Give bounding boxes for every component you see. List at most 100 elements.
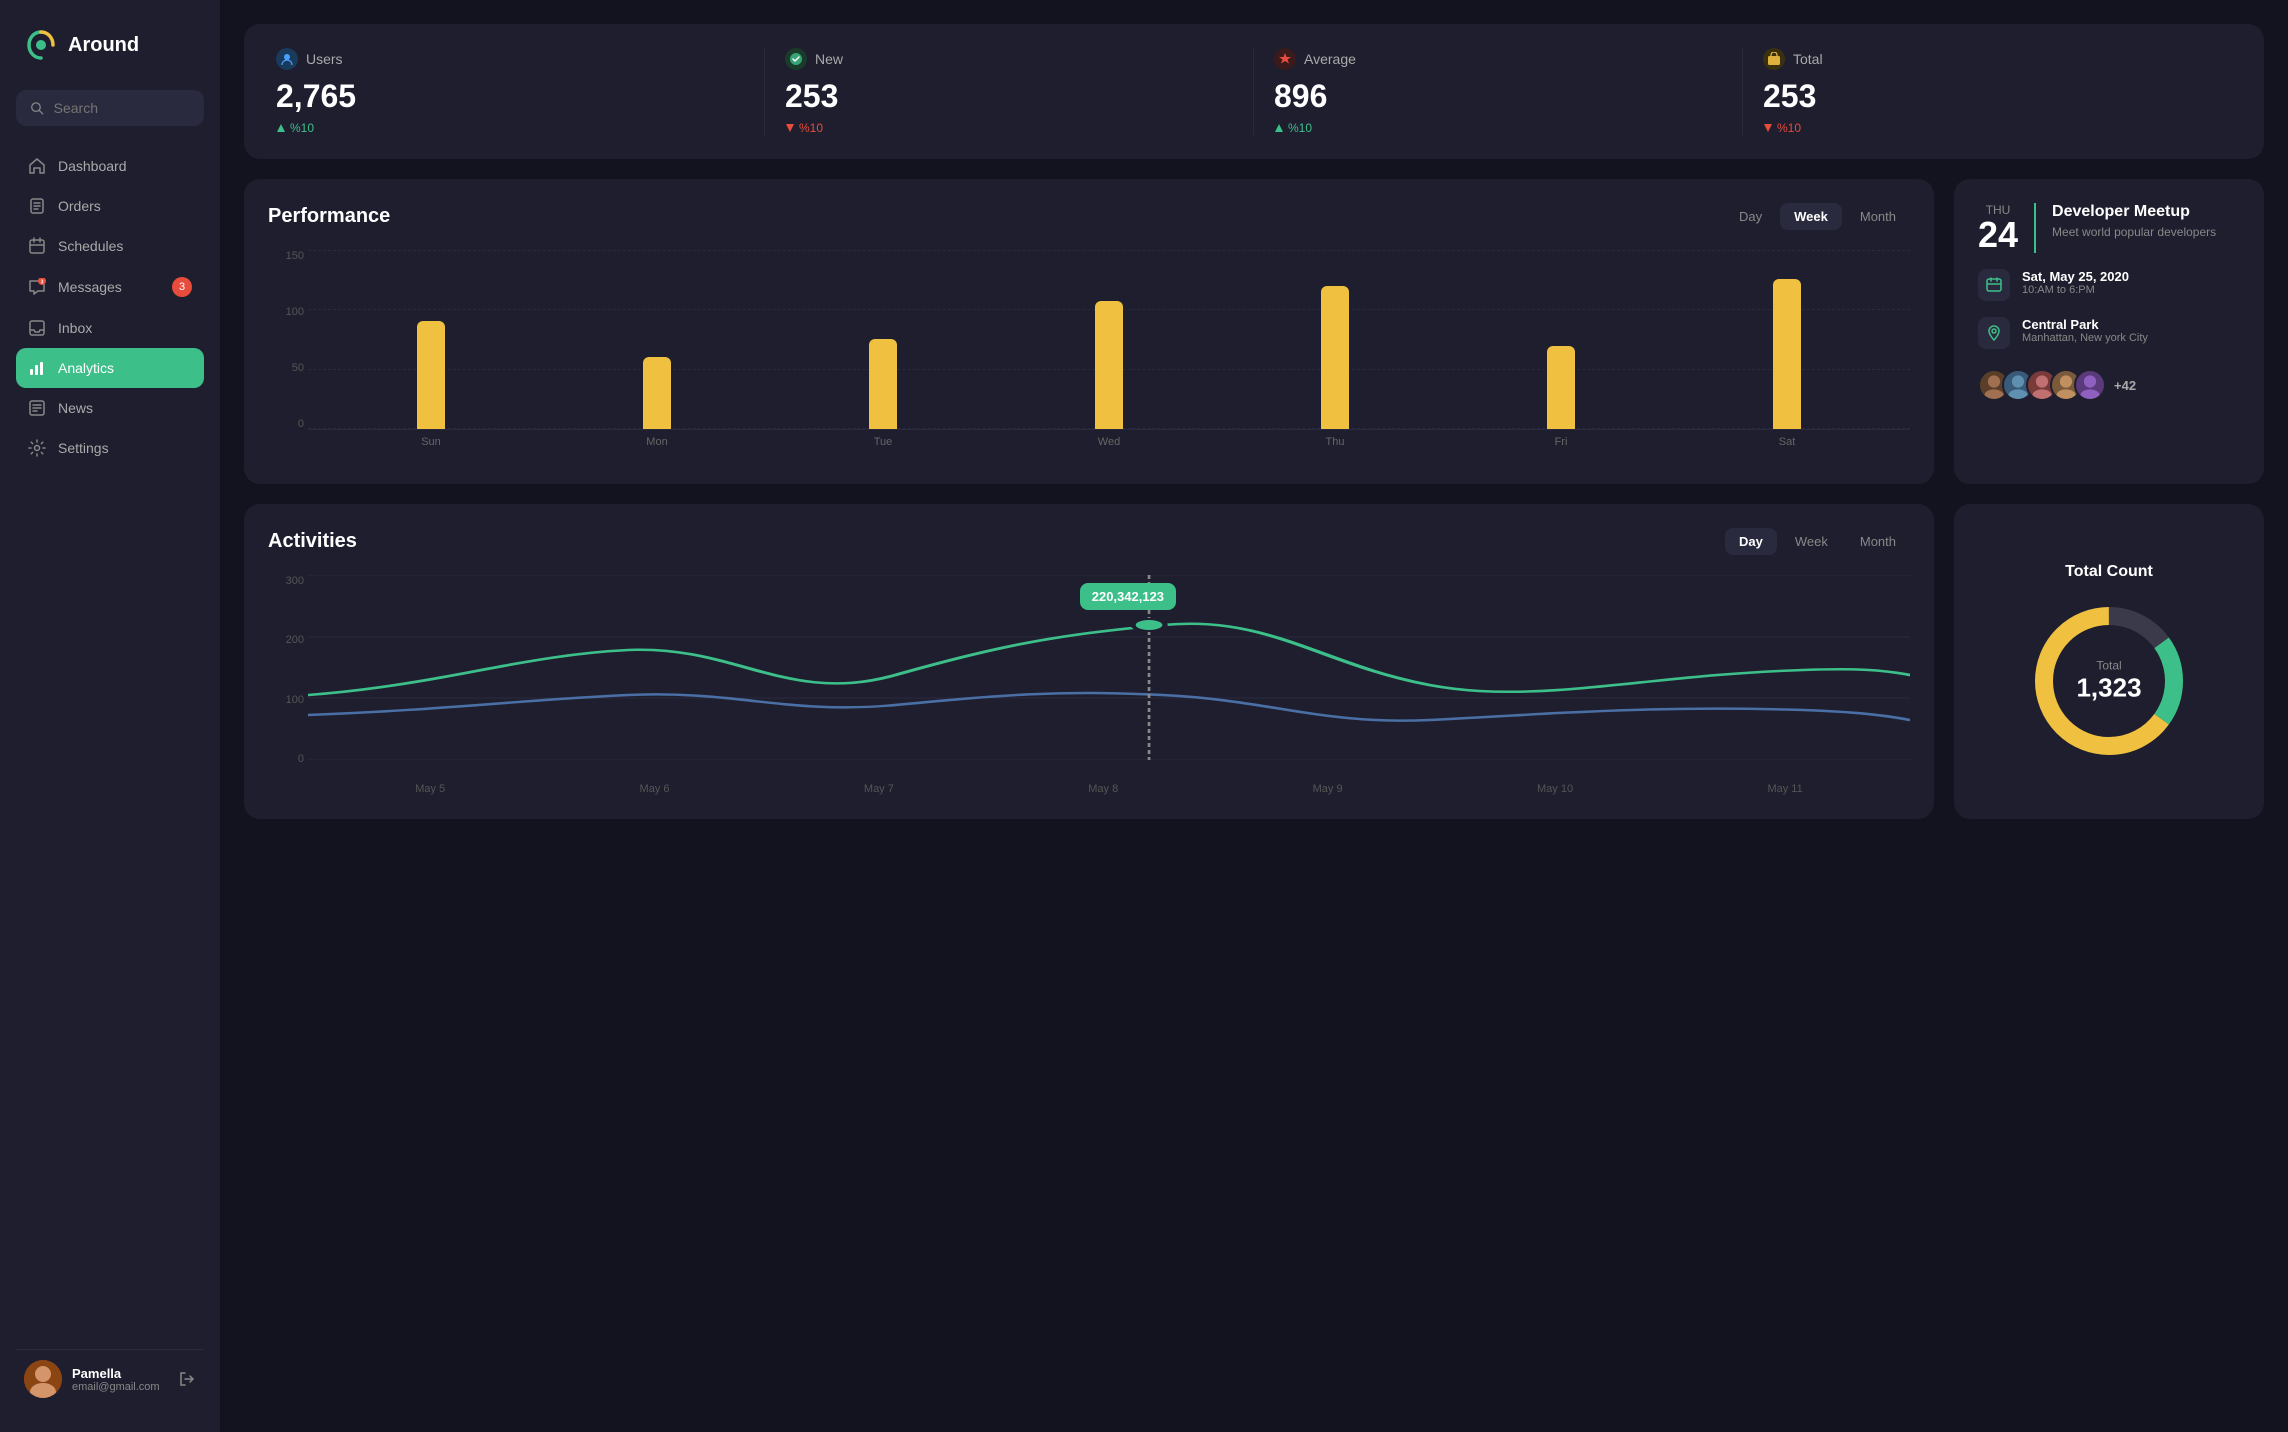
users-stat-value: 2,765 [276,78,356,115]
sidebar-item-orders[interactable]: Orders [16,186,204,226]
sidebar-item-settings[interactable]: Settings [16,428,204,468]
user-name: Pamella [72,1366,168,1381]
schedules-icon [28,237,46,255]
a-y-300: 300 [268,575,304,587]
total-stat-value: 253 [1763,78,1816,115]
main-content: Users 2,765 %10 New 253 [220,0,2288,1432]
average-stat-change-text: %10 [1288,121,1312,135]
stat-average: Average 896 %10 [1254,48,1743,135]
middle-row: Performance Day Week Month 150 100 50 0 [244,179,2264,484]
a-x-may9: May 9 [1313,783,1343,795]
avatar [24,1360,62,1398]
average-stat-value: 896 [1274,78,1327,115]
sidebar-item-news[interactable]: News [16,388,204,428]
new-stat-label: New [815,51,843,67]
bar-sat [1674,279,1900,429]
users-stat-change-text: %10 [290,121,314,135]
search-box[interactable] [16,90,204,126]
event-date-row: THU 24 Developer Meetup Meet world popul… [1978,203,2240,253]
total-stat-label: Total [1793,51,1823,67]
total-stat-change-text: %10 [1777,121,1801,135]
location-icon [1978,317,2010,349]
activities-card: Activities Day Week Month 300 200 100 0 [244,504,1934,819]
svg-text:3: 3 [41,280,44,286]
a-y-100: 100 [268,694,304,706]
search-icon [30,100,44,116]
event-location-detail: Central Park Manhattan, New york City [1978,317,2240,349]
performance-time-tabs: Day Week Month [1725,203,1910,230]
users-stat-change: %10 [276,121,314,135]
performance-header: Performance Day Week Month [268,203,1910,230]
stat-new: New 253 %10 [765,48,1254,135]
sidebar-item-analytics-label: Analytics [58,360,114,376]
bar-fri [1448,346,1674,429]
sidebar-item-schedules-label: Schedules [58,238,123,254]
x-label-sun: Sun [318,436,544,448]
event-location-main: Central Park [2022,317,2148,332]
total-stat-change: %10 [1763,121,1801,135]
sidebar-item-inbox[interactable]: Inbox [16,308,204,348]
sidebar-item-orders-label: Orders [58,198,101,214]
event-title: Developer Meetup [2052,203,2240,221]
bar-sun [318,321,544,429]
a-y-200: 200 [268,634,304,646]
event-date-detail: Sat, May 25, 2020 10:AM to 6:PM [1978,269,2240,301]
performance-tab-week[interactable]: Week [1780,203,1842,230]
search-input[interactable] [54,100,190,116]
donut-label: Total [2076,658,2141,672]
x-axis: SunMonTueWedThuFriSat [308,436,1910,448]
performance-card: Performance Day Week Month 150 100 50 0 [244,179,1934,484]
sidebar-item-dashboard[interactable]: Dashboard [16,146,204,186]
new-stat-value: 253 [785,78,838,115]
activities-tab-week[interactable]: Week [1781,528,1842,555]
users-stat-label: Users [306,51,343,67]
x-label-mon: Mon [544,436,770,448]
sidebar-item-news-label: News [58,400,93,416]
sidebar-item-schedules[interactable]: Schedules [16,226,204,266]
sidebar-item-messages[interactable]: 3 Messages 3 [16,266,204,308]
sidebar-nav: Dashboard Orders [16,146,204,468]
orders-icon [28,197,46,215]
a-x-may8: May 8 [1088,783,1118,795]
a-x-may6: May 6 [640,783,670,795]
sidebar-item-settings-label: Settings [58,440,109,456]
performance-chart-area: 150 100 50 0 [268,250,1910,460]
y-label-50: 50 [268,362,304,374]
around-logo-icon [24,28,58,62]
performance-tab-month[interactable]: Month [1846,203,1910,230]
activities-header: Activities Day Week Month [268,528,1910,555]
event-location-detail-text: Central Park Manhattan, New york City [2022,317,2148,344]
event-time-sub: 10:AM to 6:PM [2022,284,2129,296]
bar-tue [770,339,996,429]
activities-tab-month[interactable]: Month [1846,528,1910,555]
x-label-thu: Thu [1222,436,1448,448]
total-stat-icon [1763,48,1785,70]
activities-chart-area: 300 200 100 0 [268,575,1910,795]
activities-svg [308,575,1910,760]
bars-container [308,250,1910,429]
average-stat-icon [1274,48,1296,70]
event-info: Developer Meetup Meet world popular deve… [2052,203,2240,239]
sidebar-item-analytics[interactable]: Analytics [16,348,204,388]
a-x-may5: May 5 [415,783,445,795]
sidebar-item-inbox-label: Inbox [58,320,92,336]
home-icon [28,157,46,175]
logout-button[interactable] [178,1370,196,1388]
analytics-icon [28,359,46,377]
total-count-title: Total Count [2065,563,2153,581]
news-icon [28,399,46,417]
inbox-icon [28,319,46,337]
new-stat-change-text: %10 [799,121,823,135]
event-date-main: Sat, May 25, 2020 [2022,269,2129,284]
activities-tab-day[interactable]: Day [1725,528,1777,555]
donut-center: Total 1,323 [2076,658,2141,703]
performance-tab-day[interactable]: Day [1725,203,1776,230]
y-axis: 150 100 50 0 [268,250,304,430]
event-card: THU 24 Developer Meetup Meet world popul… [1954,179,2264,484]
stats-row: Users 2,765 %10 New 253 [244,24,2264,159]
x-label-wed: Wed [996,436,1222,448]
user-profile: Pamella email@gmail.com [16,1349,204,1408]
activities-time-tabs: Day Week Month [1725,528,1910,555]
donut-value: 1,323 [2076,672,2141,703]
activities-y-axis: 300 200 100 0 [268,575,304,765]
